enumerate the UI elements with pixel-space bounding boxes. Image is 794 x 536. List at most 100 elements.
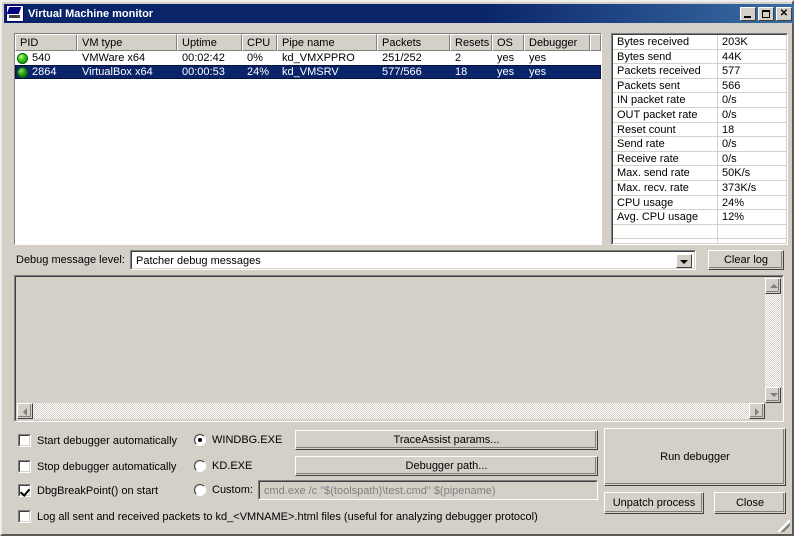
radio-icon[interactable] [194,460,206,472]
resize-grip[interactable] [778,520,790,532]
statistics-list[interactable]: Bytes received 203K Bytes send 44K Packets… [611,33,788,245]
custom-command-input[interactable]: cmd.exe /c "$(toolspath)\test.cmd" $(pip… [258,480,598,500]
clear-log-button[interactable]: Clear log [708,250,784,270]
column-header-debugger[interactable]: Debugger [524,34,590,51]
list-item: Bytes received 203K [613,35,786,50]
virtual-machine-monitor-window: Virtual Machine monitor ✕ PID VM type Up… [0,0,794,536]
cell-cpu: 0% [247,52,263,64]
debug-message-level-value: Patcher debug messages [136,255,261,267]
column-header-filler [590,34,601,51]
minimize-button[interactable] [740,6,756,21]
stat-value: 50K/s [718,166,786,181]
list-item: IN packet rate 0/s [613,93,786,108]
log-vertical-scrollbar[interactable] [765,278,781,403]
stat-name: Max. send rate [613,166,718,181]
list-item: Send rate 0/s [613,137,786,152]
checkbox-icon[interactable] [18,434,31,447]
log-horizontal-scrollbar[interactable] [17,403,765,419]
unpatch-process-label: Unpatch process [612,497,696,509]
column-header-pid[interactable]: PID [15,34,77,51]
cell-resets: 2 [455,52,462,64]
stop-debugger-automatically-checkbox[interactable]: Stop debugger automatically [18,460,176,473]
run-debugger-button[interactable]: Run debugger [604,428,786,486]
radio-icon[interactable] [194,484,206,496]
cell-vm-type: VMWare x64 [82,52,146,64]
cell-pipe-name: kd_VMXPPRO [282,52,355,64]
debugger-path-button[interactable]: Debugger path... [295,456,598,476]
column-header-os[interactable]: OS [492,34,524,51]
stat-value: 12% [718,210,786,225]
status-running-icon [17,52,28,64]
radio-custom[interactable]: Custom: [194,484,253,496]
stat-value: 203K [718,35,786,50]
cell-packets: 577/566 [382,66,422,78]
table-row[interactable]: 2864 VirtualBox x64 00:00:53 24% kd_VMSR… [15,65,601,79]
scroll-up-button[interactable] [765,278,781,294]
unpatch-process-button[interactable]: Unpatch process [604,492,704,514]
list-item: Bytes send 44K [613,49,786,65]
vm-monitor-icon [6,5,24,22]
maximize-button[interactable] [758,6,774,21]
cell-debugger: yes [529,52,547,64]
cell-debugger: yes [529,66,547,78]
trace-assist-params-button[interactable]: TraceAssist params... [295,430,598,450]
cell-uptime: 00:00:53 [182,66,225,78]
scroll-down-button[interactable] [765,387,781,403]
radio-kd[interactable]: KD.EXE [194,460,252,472]
column-header-packets[interactable]: Packets [377,34,450,51]
window-title: Virtual Machine monitor [28,7,154,20]
log-packets-label: Log all sent and received packets to kd_… [37,510,538,523]
checkbox-icon[interactable] [18,460,31,473]
stat-name: Receive rate [613,151,718,167]
dbgbreakpoint-on-start-label: DbgBreakPoint() on start [37,484,159,497]
close-icon-button[interactable]: ✕ [776,6,792,21]
list-item: Packets sent 566 [613,78,786,94]
table-row[interactable]: 540 VMWare x64 00:02:42 0% kd_VMXPPRO 25… [15,51,601,65]
list-item: Avg. CPU usage 12% [613,210,786,225]
chevron-down-icon[interactable] [676,254,692,268]
debug-message-level-combo[interactable]: Patcher debug messages [130,250,696,270]
stat-value: 0/s [718,137,786,152]
stat-name: OUT packet rate [613,107,718,123]
trace-assist-params-label: TraceAssist params... [393,434,500,446]
list-item [613,239,786,243]
stat-name: Reset count [613,122,718,138]
stat-value: 577 [718,64,786,79]
scroll-right-button[interactable] [749,403,765,419]
column-header-pipe-name[interactable]: Pipe name [277,34,377,51]
dbgbreakpoint-on-start-checkbox[interactable]: DbgBreakPoint() on start [18,484,158,497]
stat-value: 24% [718,196,786,211]
list-item: Packets received 577 [613,64,786,79]
start-debugger-automatically-checkbox[interactable]: Start debugger automatically [18,434,177,447]
title-bar[interactable]: Virtual Machine monitor ✕ [4,4,794,23]
cell-pid-text: 540 [32,52,51,64]
checkbox-icon[interactable] [18,510,31,523]
list-item: Receive rate 0/s [613,151,786,167]
column-header-uptime[interactable]: Uptime [177,34,242,51]
column-header-cpu[interactable]: CPU [242,34,277,51]
stat-name: Packets received [613,64,718,79]
close-button[interactable]: Close [714,492,786,514]
checkbox-checked-icon[interactable] [18,484,31,497]
options-panel: Start debugger automatically Stop debugg… [8,426,790,532]
vm-list[interactable]: PID VM type Uptime CPU Pipe name Packets… [14,33,602,245]
log-output[interactable] [14,275,784,422]
scroll-left-button[interactable] [17,403,33,419]
log-packets-checkbox[interactable]: Log all sent and received packets to kd_… [18,510,538,523]
radio-selected-icon[interactable] [194,434,206,446]
cell-pipe-name: kd_VMSRV [282,66,339,78]
debugger-path-label: Debugger path... [405,460,488,472]
stop-debugger-automatically-label: Stop debugger automatically [37,460,177,473]
clear-log-label: Clear log [723,254,769,266]
stat-value: 373K/s [718,181,786,196]
stat-name [613,239,718,243]
column-header-resets[interactable]: Resets [450,34,492,51]
radio-windbg[interactable]: WINDBG.EXE [194,434,282,446]
custom-command-text: cmd.exe /c "$(toolspath)\test.cmd" $(pip… [264,485,496,497]
log-text [16,277,782,420]
stat-name: Send rate [613,137,718,152]
stat-value [718,239,786,243]
cell-pid-text: 2864 [32,66,57,78]
column-header-vm-type[interactable]: VM type [77,34,177,51]
radio-kd-label: KD.EXE [212,460,253,472]
